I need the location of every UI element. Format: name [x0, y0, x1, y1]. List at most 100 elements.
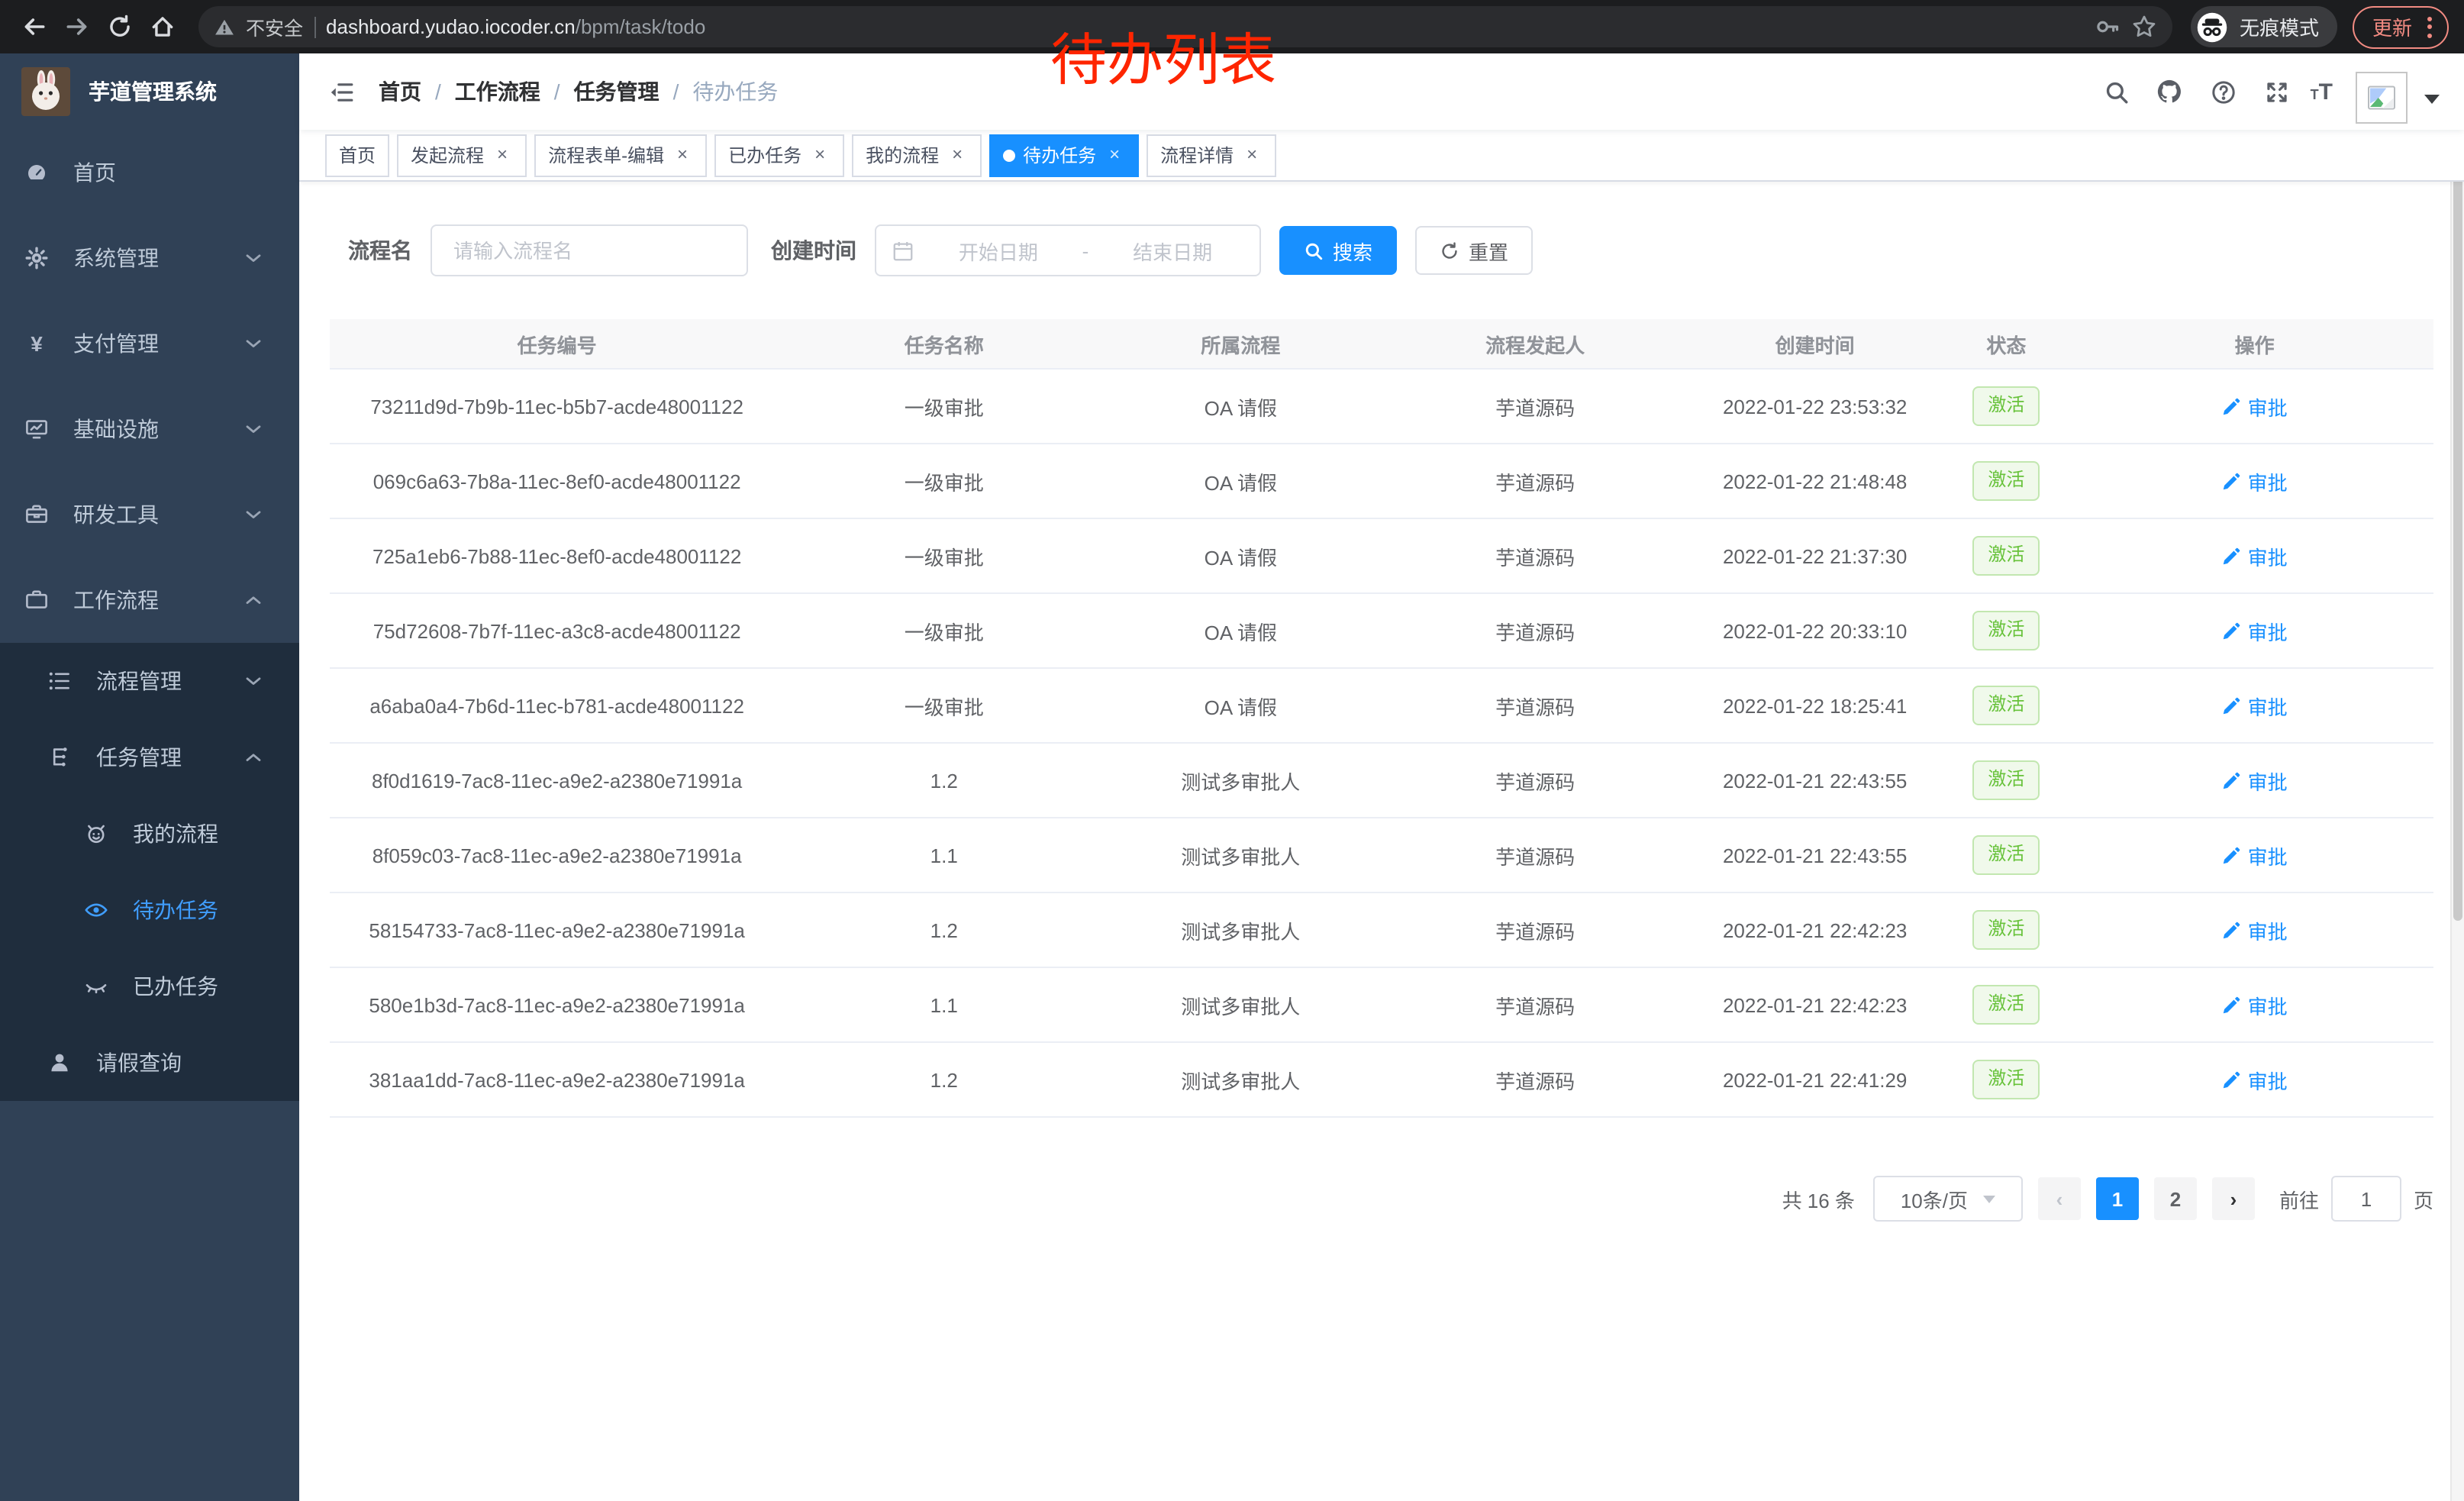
cell-process: OA 请假	[1104, 669, 1377, 742]
sidebar-collapse-button[interactable]	[328, 79, 354, 105]
table-body: 73211d9d-7b9b-11ec-b5b7-acde48001122一级审批…	[330, 370, 2433, 1118]
close-icon[interactable]: ×	[1241, 144, 1263, 166]
font-size-button[interactable]: TT	[2311, 79, 2333, 105]
fullscreen-button[interactable]	[2257, 72, 2297, 111]
process-name-input[interactable]	[450, 237, 728, 263]
sidebar-item-my-process[interactable]: 我的流程	[0, 796, 299, 872]
cell-initiator: 芋道源码	[1377, 893, 1692, 967]
browser-update-button[interactable]: 更新	[2353, 5, 2449, 48]
avatar-caret-icon[interactable]	[2424, 95, 2440, 104]
yen-icon: ¥	[24, 331, 49, 356]
cell-task-name: 一级审批	[784, 594, 1104, 667]
approve-link[interactable]: 审批	[2222, 691, 2288, 720]
help-button[interactable]	[2204, 72, 2243, 111]
tab-todo-tasks[interactable]: 待办任务×	[989, 134, 1139, 176]
breadcrumb-item[interactable]: 工作流程	[455, 76, 540, 107]
tab-my-process[interactable]: 我的流程×	[852, 134, 982, 176]
cell-task-id: 8f059c03-7ac8-11ec-a9e2-a2380e71991a	[330, 818, 784, 892]
total-count: 共 16 条	[1782, 1184, 1855, 1213]
kebab-menu-icon[interactable]	[2424, 13, 2435, 40]
tab-home[interactable]: 首页	[325, 134, 389, 176]
search-button[interactable]: 搜索	[1279, 226, 1397, 275]
toolbox-icon	[24, 502, 49, 527]
breadcrumb-item[interactable]: 首页	[379, 76, 421, 107]
approve-link[interactable]: 审批	[2222, 915, 2288, 944]
cell-task-name: 一级审批	[784, 444, 1104, 518]
cell-action: 审批	[2075, 818, 2433, 892]
date-range-picker[interactable]: 开始日期 - 结束日期	[875, 224, 1261, 276]
close-icon[interactable]: ×	[1104, 144, 1125, 166]
sidebar-item-done-tasks[interactable]: 已办任务	[0, 948, 299, 1025]
navbar-actions: TT	[2097, 60, 2443, 124]
bookmark-star-icon[interactable]	[2131, 14, 2157, 40]
page-button-1[interactable]: 1	[2096, 1177, 2139, 1220]
sidebar-item-pay-mgmt[interactable]: ¥支付管理	[0, 301, 299, 386]
chevron-down-icon	[1983, 1195, 1995, 1202]
cell-initiator: 芋道源码	[1377, 519, 1692, 592]
cell-process: 测试多审批人	[1104, 818, 1377, 892]
table-row: a6aba0a4-7b6d-11ec-b781-acde48001122一级审批…	[330, 669, 2433, 744]
approve-link[interactable]: 审批	[2222, 541, 2288, 570]
next-page-button[interactable]: ›	[2212, 1177, 2255, 1220]
github-button[interactable]	[2150, 72, 2190, 111]
scrollbar-thumb[interactable]	[2453, 66, 2462, 921]
close-icon[interactable]: ×	[947, 144, 968, 166]
breadcrumb-item[interactable]: 任务管理	[574, 76, 660, 107]
sidebar-item-task-mgmt[interactable]: 任务管理	[0, 719, 299, 796]
breadcrumb-separator: /	[435, 79, 441, 104]
sidebar-item-home[interactable]: 首页	[0, 130, 299, 215]
goto-page-input[interactable]	[2331, 1176, 2401, 1222]
approve-link[interactable]: 审批	[2222, 392, 2288, 421]
table-row: 8f059c03-7ac8-11ec-a9e2-a2380e71991a1.1测…	[330, 818, 2433, 893]
approve-link[interactable]: 审批	[2222, 766, 2288, 795]
tags-view: 首页发起流程×流程表单-编辑×已办任务×我的流程×待办任务×流程详情×	[299, 130, 2464, 182]
key-icon[interactable]	[2095, 14, 2121, 40]
approve-link[interactable]: 审批	[2222, 1065, 2288, 1094]
sidebar-item-dev-tools[interactable]: 研发工具	[0, 472, 299, 557]
column-header: 状态	[1937, 319, 2076, 368]
page-button-2[interactable]: 2	[2154, 1177, 2197, 1220]
close-icon[interactable]: ×	[809, 144, 830, 166]
browser-back-button[interactable]	[15, 8, 52, 45]
eye-icon	[84, 898, 108, 922]
browser-reload-button[interactable]	[101, 8, 137, 45]
status-badge: 激活	[1972, 536, 2040, 576]
app-logo[interactable]: 芋道管理系统	[0, 53, 299, 130]
tab-form-edit[interactable]: 流程表单-编辑×	[534, 134, 707, 176]
avatar[interactable]	[2356, 72, 2408, 124]
approve-link[interactable]: 审批	[2222, 616, 2288, 645]
app-title: 芋道管理系统	[89, 76, 217, 107]
prev-page-button[interactable]: ‹	[2038, 1177, 2081, 1220]
table-row: 069c6a63-7b8a-11ec-8ef0-acde48001122一级审批…	[330, 444, 2433, 519]
tab-done-tasks[interactable]: 已办任务×	[714, 134, 844, 176]
sidebar-item-todo-tasks[interactable]: 待办任务	[0, 872, 299, 948]
gear-icon	[24, 246, 49, 270]
reload-icon	[106, 14, 132, 40]
reset-button[interactable]: 重置	[1415, 226, 1533, 275]
page-size-select[interactable]: 10条/页	[1873, 1176, 2023, 1222]
cell-status: 激活	[1937, 370, 2076, 443]
cell-task-id: 381aa1dd-7ac8-11ec-a9e2-a2380e71991a	[330, 1043, 784, 1116]
approve-link[interactable]: 审批	[2222, 841, 2288, 870]
process-name-field[interactable]	[431, 224, 748, 276]
cell-created: 2022-01-22 18:25:41	[1693, 669, 1937, 742]
sidebar-item-leave-query[interactable]: 请假查询	[0, 1025, 299, 1101]
sidebar-item-process-mgmt[interactable]: 流程管理	[0, 643, 299, 719]
table-row: 381aa1dd-7ac8-11ec-a9e2-a2380e71991a1.2测…	[330, 1043, 2433, 1118]
scrollbar-track	[2450, 53, 2464, 1501]
approve-link[interactable]: 审批	[2222, 466, 2288, 495]
sidebar-item-workflow[interactable]: 工作流程	[0, 557, 299, 643]
cell-status: 激活	[1937, 893, 2076, 967]
close-icon[interactable]: ×	[492, 144, 513, 166]
sidebar-item-infrastructure[interactable]: 基础设施	[0, 386, 299, 472]
approve-link[interactable]: 审批	[2222, 990, 2288, 1019]
browser-forward-button[interactable]	[58, 8, 95, 45]
column-header: 所属流程	[1104, 319, 1377, 368]
tab-process-detail[interactable]: 流程详情×	[1147, 134, 1276, 176]
cell-process: 测试多审批人	[1104, 968, 1377, 1041]
close-icon[interactable]: ×	[672, 144, 693, 166]
header-search-button[interactable]	[2097, 72, 2137, 111]
sidebar-item-system-mgmt[interactable]: 系统管理	[0, 215, 299, 301]
tab-start-process[interactable]: 发起流程×	[397, 134, 527, 176]
browser-home-button[interactable]	[144, 8, 180, 45]
